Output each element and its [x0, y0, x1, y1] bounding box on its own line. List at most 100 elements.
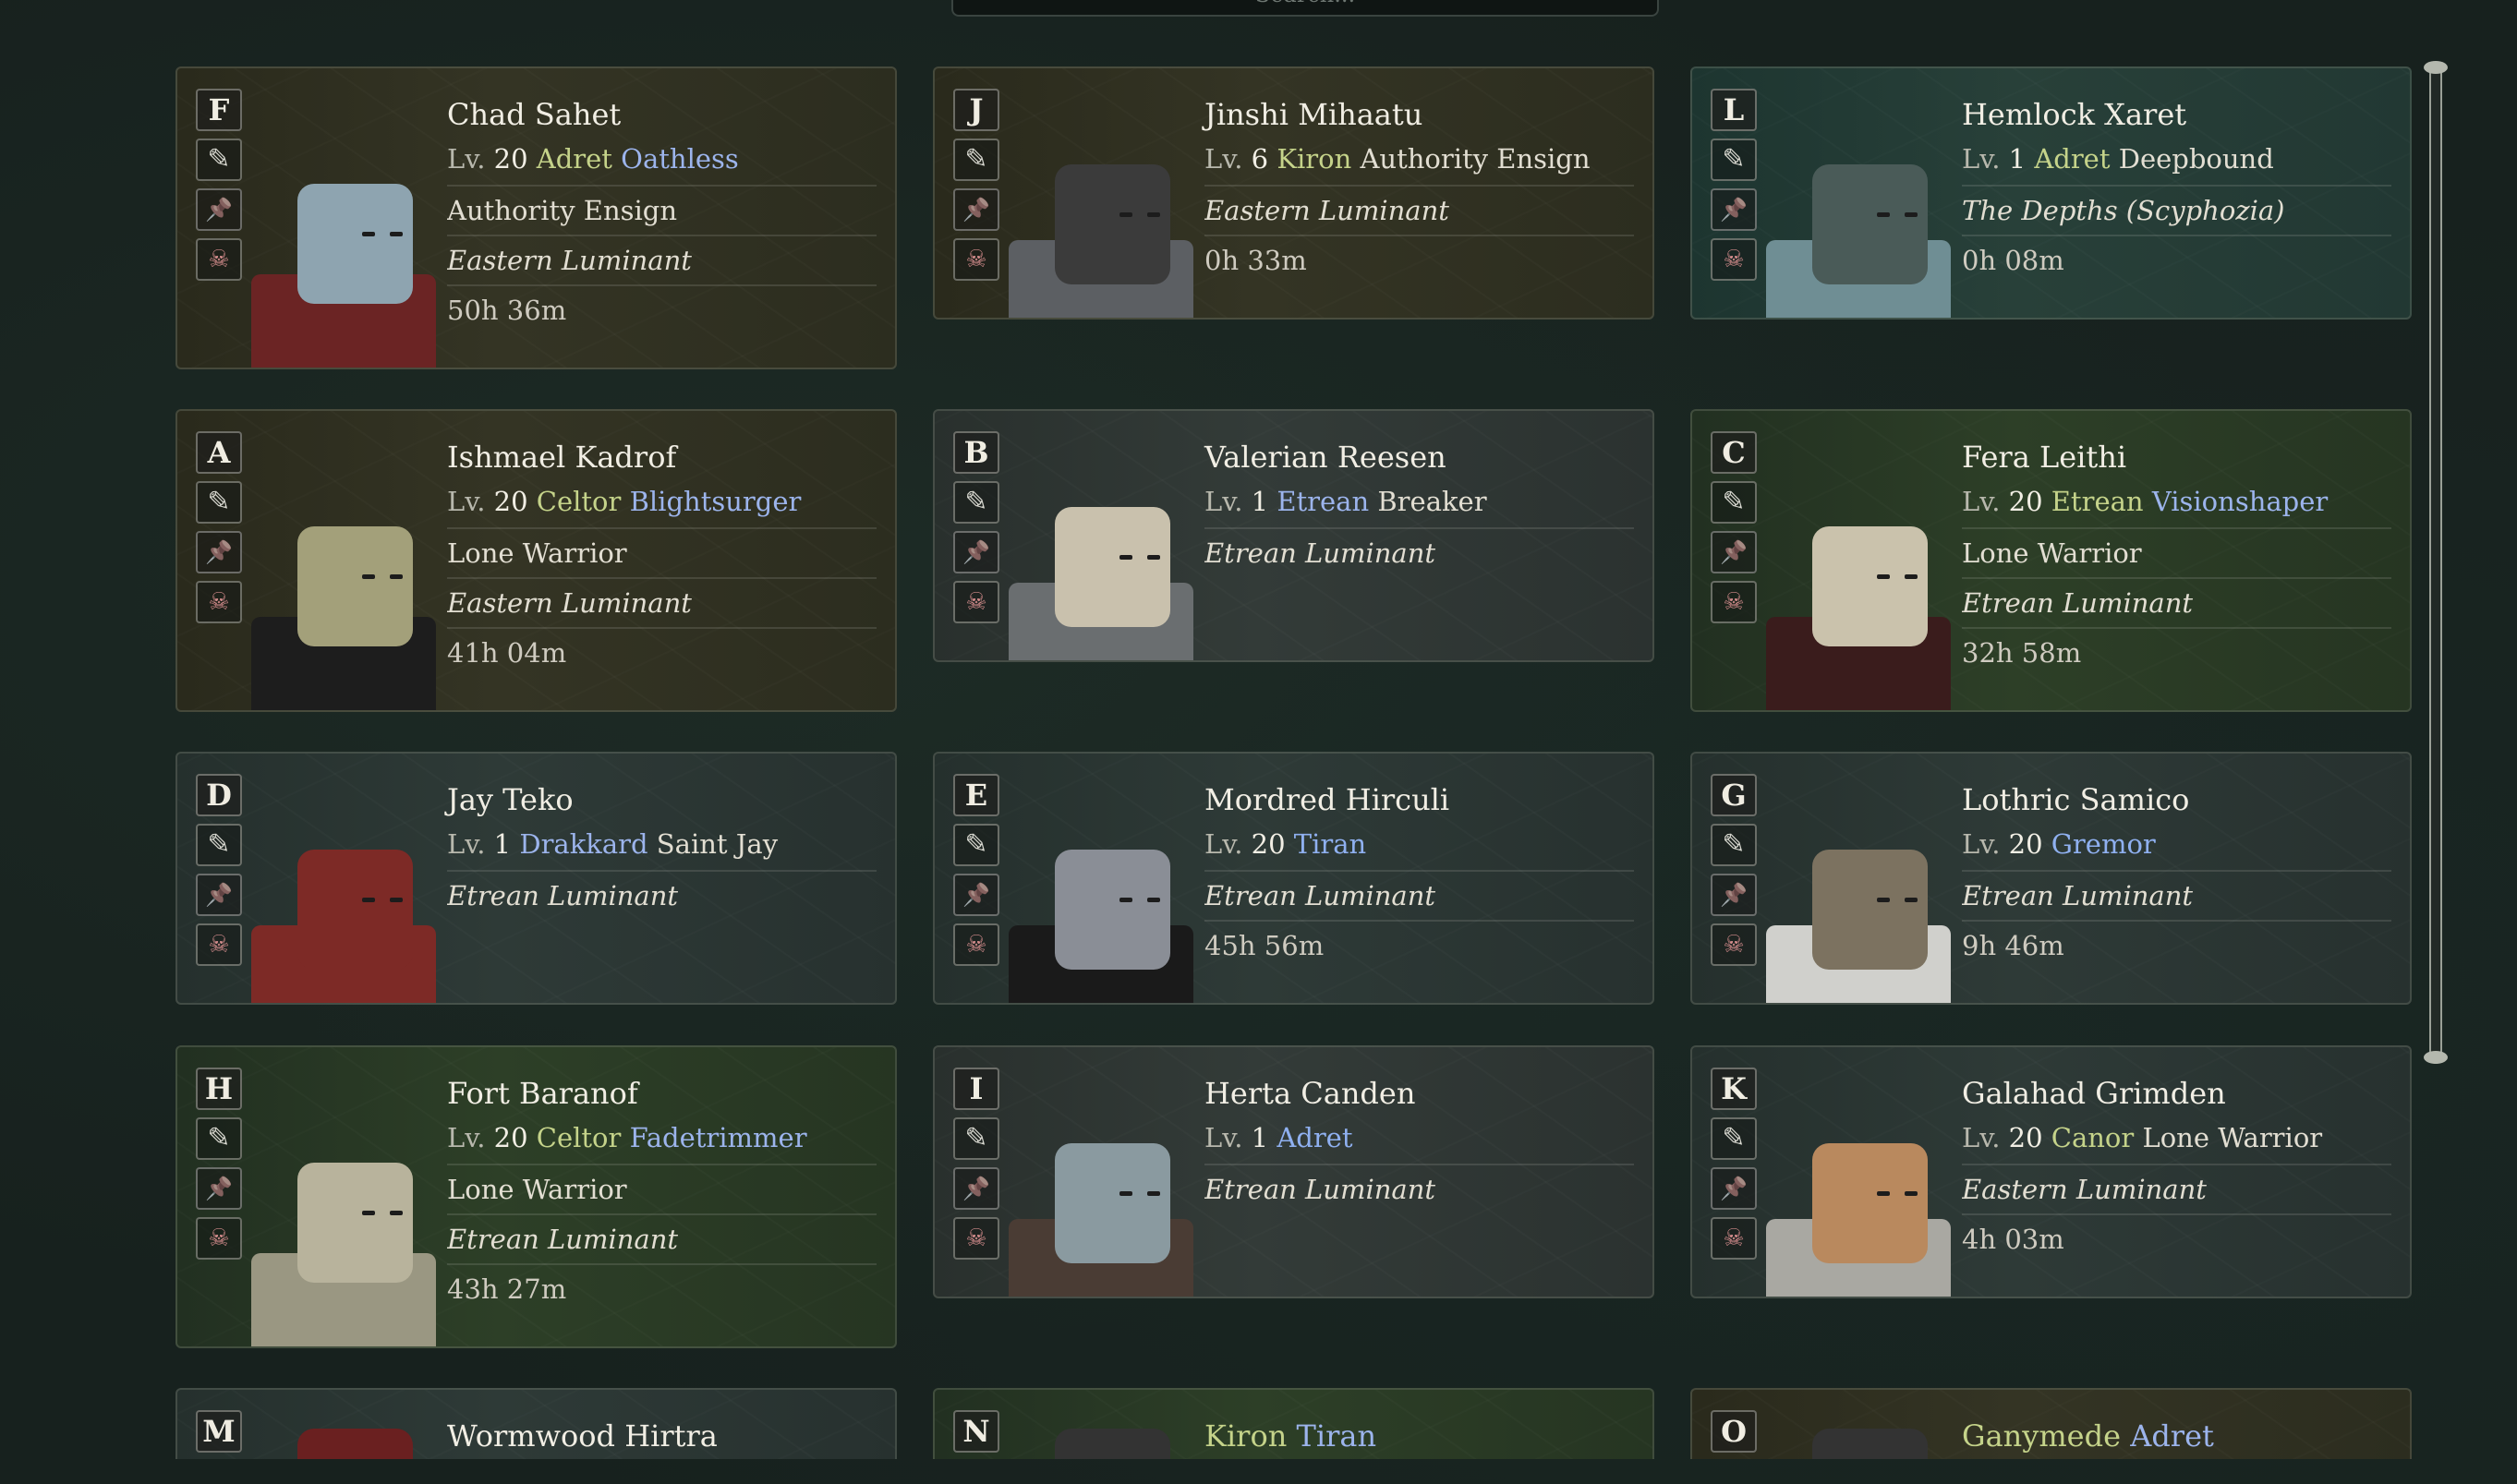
pin-icon[interactable]: 📌: [196, 1167, 242, 1210]
character-card[interactable]: L ✎ 📌 ☠ Hemlock Xaret Lv. 1 Adret Deepbound Th…: [1690, 66, 2412, 320]
scrollbar-bottom-cap[interactable]: [2424, 1051, 2448, 1064]
character-playtime: 45h 56m: [1204, 920, 1634, 970]
pin-icon[interactable]: 📌: [1711, 531, 1757, 573]
pencil-icon[interactable]: ✎: [196, 481, 242, 524]
card-action-column: B ✎ 📌 ☠: [953, 431, 999, 631]
card-action-column: H ✎ 📌 ☠: [196, 1068, 242, 1267]
character-card[interactable]: K ✎ 📌 ☠ Galahad Grimden Lv. 20 Canor Lone War…: [1690, 1045, 2412, 1298]
portrait-eye: [1147, 1191, 1160, 1197]
scrollbar-top-cap[interactable]: [2424, 61, 2448, 74]
character-card[interactable]: B ✎ 📌 ☠ Valerian Reesen Lv. 1 Etrean Breaker E…: [933, 409, 1654, 662]
slot-letter-badge: I: [953, 1068, 999, 1110]
portrait-eye: [1877, 212, 1890, 218]
character-info: Mordred Hirculi Lv. 20 Tiran Etrean Lumina…: [1204, 779, 1634, 970]
level-label: Lv.: [447, 486, 486, 517]
character-name: Galahad Grimden: [1962, 1076, 2226, 1111]
character-title: Authority Ensign: [1360, 143, 1591, 175]
pencil-icon[interactable]: ✎: [196, 139, 242, 181]
character-region: Eastern Luminant: [447, 577, 877, 627]
pencil-icon[interactable]: ✎: [953, 824, 999, 866]
level-label: Lv.: [1962, 1122, 2001, 1153]
pencil-icon[interactable]: ✎: [196, 824, 242, 866]
scrollbar-track[interactable]: [2429, 66, 2442, 1064]
character-card[interactable]: F ✎ 📌 ☠ Chad Sahet Lv. 20 Adret Oathless Autho…: [175, 66, 897, 369]
portrait-head: [1055, 1143, 1170, 1264]
character-info: Jinshi Mihaatu Lv. 6 Kiron Authority Ensi…: [1204, 94, 1634, 284]
pencil-icon[interactable]: ✎: [953, 481, 999, 524]
character-title: Adret: [2130, 1418, 2214, 1454]
character-origin: Authority Ensign: [447, 185, 877, 235]
pin-icon[interactable]: 📌: [1711, 188, 1757, 231]
slot-letter-badge: M: [196, 1410, 242, 1453]
pencil-icon[interactable]: ✎: [1711, 1117, 1757, 1160]
skull-icon[interactable]: ☠: [953, 923, 999, 966]
character-info: Ganymede Adret: [1962, 1416, 2391, 1456]
character-card[interactable]: M Wormwood Hirtra: [175, 1388, 897, 1459]
character-title: Breaker: [1377, 486, 1487, 517]
portrait-eye: [1119, 1191, 1132, 1197]
character-name: Ishmael Kadrof: [447, 440, 677, 475]
character-title: Oathless: [621, 143, 739, 175]
character-race: Kiron: [1204, 1418, 1288, 1454]
character-card[interactable]: G ✎ 📌 ☠ Lothric Samico Lv. 20 Gremor Etrean Lu…: [1690, 752, 2412, 1005]
portrait-eye: [1905, 212, 1918, 218]
character-card[interactable]: H ✎ 📌 ☠ Fort Baranof Lv. 20 Celtor Fadetrimme…: [175, 1045, 897, 1348]
character-card[interactable]: J ✎ 📌 ☠ Jinshi Mihaatu Lv. 6 Kiron Authority …: [933, 66, 1654, 320]
pin-icon[interactable]: 📌: [1711, 874, 1757, 916]
slot-letter-badge: O: [1711, 1410, 1757, 1453]
skull-icon[interactable]: ☠: [1711, 238, 1757, 281]
portrait-head: [297, 1428, 413, 1459]
pencil-icon[interactable]: ✎: [1711, 139, 1757, 181]
character-card[interactable]: O Ganymede Adret: [1690, 1388, 2412, 1459]
character-portrait: [990, 754, 1203, 1003]
pin-icon[interactable]: 📌: [953, 1167, 999, 1210]
character-card[interactable]: I ✎ 📌 ☠ Herta Canden Lv. 1 Adret Etrean Lumina…: [933, 1045, 1654, 1298]
pin-icon[interactable]: 📌: [1711, 1167, 1757, 1210]
character-card[interactable]: E ✎ 📌 ☠ Mordred Hirculi Lv. 20 Tiran Etrean Lu…: [933, 752, 1654, 1005]
pin-icon[interactable]: 📌: [953, 531, 999, 573]
skull-icon[interactable]: ☠: [196, 1217, 242, 1260]
skull-icon[interactable]: ☠: [196, 238, 242, 281]
portrait-head: [1055, 507, 1170, 628]
skull-icon[interactable]: ☠: [196, 923, 242, 966]
pencil-icon[interactable]: ✎: [1711, 481, 1757, 524]
character-title: Saint Jay: [656, 828, 779, 860]
card-action-column: F ✎ 📌 ☠: [196, 89, 242, 288]
character-card[interactable]: D ✎ 📌 ☠ Jay Teko Lv. 1 Drakkard Saint Jay Etre…: [175, 752, 897, 1005]
skull-icon[interactable]: ☠: [1711, 1217, 1757, 1260]
portrait-eye: [1905, 1191, 1918, 1197]
character-title: Lone Warrior: [2142, 1122, 2323, 1153]
pin-icon[interactable]: 📌: [196, 531, 242, 573]
pencil-icon[interactable]: ✎: [1711, 824, 1757, 866]
slot-letter-badge: H: [196, 1068, 242, 1110]
pencil-icon[interactable]: ✎: [953, 139, 999, 181]
card-action-column: L ✎ 📌 ☠: [1711, 89, 1757, 288]
pin-icon[interactable]: 📌: [953, 188, 999, 231]
pin-icon[interactable]: 📌: [953, 874, 999, 916]
skull-icon[interactable]: ☠: [953, 1217, 999, 1260]
skull-icon[interactable]: ☠: [953, 581, 999, 623]
level-value: 20: [2008, 828, 2043, 860]
pencil-icon[interactable]: ✎: [196, 1117, 242, 1160]
character-playtime: 41h 04m: [447, 627, 877, 677]
skull-icon[interactable]: ☠: [196, 581, 242, 623]
pencil-icon[interactable]: ✎: [953, 1117, 999, 1160]
portrait-eye: [390, 231, 403, 236]
character-card[interactable]: C ✎ 📌 ☠ Fera Leithi Lv. 20 Etrean Visionshape…: [1690, 409, 2412, 712]
character-race: Adret: [2034, 143, 2111, 175]
skull-icon[interactable]: ☠: [953, 238, 999, 281]
character-region: The Depths (Scyphozia): [1962, 185, 2391, 235]
portrait-head: [297, 850, 413, 971]
skull-icon[interactable]: ☠: [1711, 923, 1757, 966]
character-name: Hemlock Xaret: [1962, 97, 2187, 132]
character-card[interactable]: N Kiron Tiran: [933, 1388, 1654, 1459]
level-value: 20: [493, 143, 528, 175]
character-region: Etrean Luminant: [1962, 870, 2391, 920]
card-action-column: N: [953, 1410, 999, 1459]
pin-icon[interactable]: 📌: [196, 874, 242, 916]
character-race: Ganymede: [1962, 1418, 2122, 1454]
pin-icon[interactable]: 📌: [196, 188, 242, 231]
character-card[interactable]: A ✎ 📌 ☠ Ishmael Kadrof Lv. 20 Celtor Blightsu…: [175, 409, 897, 712]
character-race: Celtor: [536, 486, 622, 517]
skull-icon[interactable]: ☠: [1711, 581, 1757, 623]
